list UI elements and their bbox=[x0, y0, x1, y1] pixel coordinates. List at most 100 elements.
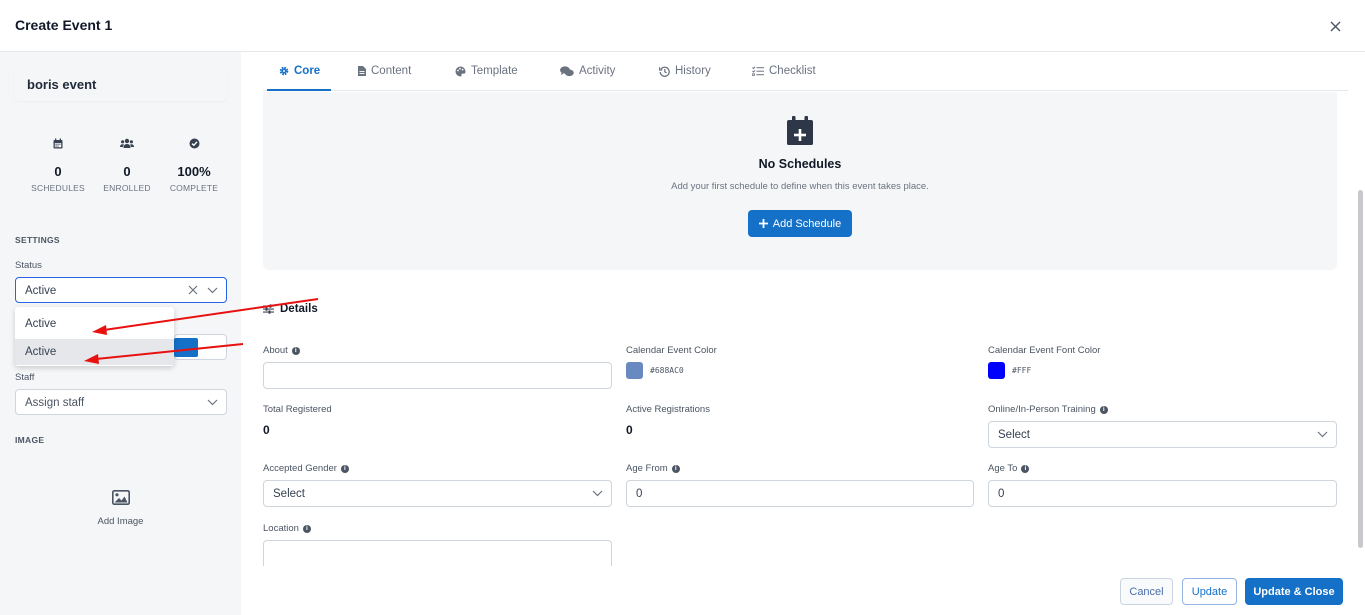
calendar-color-label-text: Calendar Event Color bbox=[626, 345, 717, 356]
training-select[interactable]: Select bbox=[988, 421, 1337, 448]
palette-icon bbox=[455, 66, 466, 76]
tab-template[interactable]: Template bbox=[455, 65, 518, 77]
total-registered-value: 0 bbox=[263, 423, 270, 437]
status-value: Active bbox=[25, 285, 57, 297]
users-icon bbox=[120, 138, 134, 148]
tab-history-label: History bbox=[675, 65, 711, 77]
status-label: Status bbox=[15, 260, 42, 271]
sliders-icon bbox=[263, 304, 274, 314]
gender-placeholder: Select bbox=[273, 488, 305, 500]
total-registered-label: Total Registered bbox=[263, 404, 332, 415]
tab-content[interactable]: Content bbox=[358, 65, 411, 77]
calendar-color-hex: #688AC0 bbox=[650, 366, 684, 375]
chevron-down-icon bbox=[207, 287, 218, 294]
training-placeholder: Select bbox=[998, 429, 1030, 441]
about-label-text: About bbox=[263, 345, 288, 356]
about-label: About i bbox=[263, 345, 300, 356]
location-input[interactable] bbox=[263, 540, 612, 566]
tab-activity[interactable]: Activity bbox=[560, 65, 615, 77]
active-registrations-value: 0 bbox=[626, 423, 633, 437]
info-icon: i bbox=[291, 346, 300, 355]
add-image-label: Add Image bbox=[97, 516, 144, 527]
no-schedules-description: Add your first schedule to define when t… bbox=[671, 181, 929, 192]
info-icon: i bbox=[302, 524, 311, 533]
gender-label: Accepted Gender i bbox=[263, 463, 349, 474]
gender-label-text: Accepted Gender bbox=[263, 463, 337, 474]
event-stats: 0 SCHEDULES 0 ENROLLED 100% COMPLETE bbox=[0, 138, 241, 198]
add-image-button[interactable]: Add Image bbox=[0, 490, 241, 527]
stat-schedules: 0 SCHEDULES bbox=[23, 138, 93, 193]
stat-schedules-label: SCHEDULES bbox=[31, 183, 85, 193]
modal-title: Create Event 1 bbox=[15, 17, 113, 33]
tab-core[interactable]: Core bbox=[279, 65, 320, 77]
status-option[interactable]: Active bbox=[15, 311, 174, 337]
add-schedule-label: Add Schedule bbox=[772, 217, 842, 230]
tab-checklist[interactable]: Checklist bbox=[752, 65, 816, 77]
cancel-button[interactable]: Cancel bbox=[1120, 578, 1173, 605]
sidebar-partial-button[interactable] bbox=[174, 338, 198, 357]
training-label: Online/In-Person Training i bbox=[988, 404, 1108, 415]
schedules-panel: No Schedules Add your first schedule to … bbox=[263, 92, 1337, 270]
about-input[interactable] bbox=[263, 362, 612, 389]
no-schedules-title: No Schedules bbox=[758, 157, 842, 171]
info-icon: i bbox=[671, 464, 680, 473]
stat-enrolled-value: 0 bbox=[123, 164, 131, 179]
staff-select[interactable]: Assign staff bbox=[15, 389, 227, 415]
age-to-label-text: Age To bbox=[988, 463, 1018, 474]
image-title: IMAGE bbox=[15, 435, 45, 445]
font-color-hex: #FFF bbox=[1012, 366, 1032, 375]
tab-history[interactable]: History bbox=[659, 65, 711, 77]
update-button[interactable]: Update bbox=[1182, 578, 1237, 605]
comments-icon bbox=[560, 65, 574, 76]
checklist-icon bbox=[752, 66, 764, 76]
modal-header: Create Event 1 bbox=[0, 0, 1365, 52]
gender-select[interactable]: Select bbox=[263, 480, 612, 507]
active-tab-indicator bbox=[267, 89, 331, 91]
stat-complete-label: COMPLETE bbox=[169, 183, 219, 193]
stat-complete: 100% COMPLETE bbox=[159, 138, 229, 193]
event-name: boris event bbox=[27, 77, 97, 92]
stat-enrolled: 0 ENROLLED bbox=[92, 138, 162, 193]
status-option-label: Active bbox=[25, 346, 57, 358]
image-icon bbox=[111, 490, 130, 505]
add-schedule-button[interactable]: Add Schedule bbox=[748, 210, 852, 237]
tab-template-label: Template bbox=[471, 65, 518, 77]
status-option-label: Active bbox=[25, 318, 57, 330]
age-from-input[interactable]: 0 bbox=[626, 480, 974, 507]
update-close-button[interactable]: Update & Close bbox=[1245, 578, 1343, 605]
age-to-label: Age To i bbox=[988, 463, 1030, 474]
info-icon: i bbox=[340, 464, 349, 473]
age-from-value: 0 bbox=[636, 488, 643, 500]
age-to-input[interactable]: 0 bbox=[988, 480, 1337, 507]
status-chevron bbox=[207, 285, 218, 298]
clear-status-button[interactable] bbox=[188, 285, 198, 298]
history-icon bbox=[659, 66, 670, 77]
active-registrations-label-text: Active Registrations bbox=[626, 404, 710, 415]
chevron-down-icon bbox=[592, 490, 603, 497]
total-registered-label-text: Total Registered bbox=[263, 404, 332, 415]
staff-chevron bbox=[207, 397, 218, 410]
stat-enrolled-label: ENROLLED bbox=[103, 183, 151, 193]
training-label-text: Online/In-Person Training bbox=[988, 404, 1096, 415]
tab-checklist-label: Checklist bbox=[769, 65, 816, 77]
tab-content-label: Content bbox=[371, 65, 412, 77]
close-icon bbox=[1330, 21, 1340, 31]
status-select[interactable]: Active bbox=[15, 277, 227, 303]
info-icon: i bbox=[1021, 464, 1030, 473]
status-option-highlighted[interactable]: Active bbox=[15, 339, 174, 365]
settings-title: SETTINGS bbox=[15, 235, 60, 245]
calendar-color-label: Calendar Event Color bbox=[626, 345, 717, 356]
info-icon: i bbox=[1099, 405, 1108, 414]
calendar-plus-icon bbox=[787, 116, 813, 145]
tab-core-label: Core bbox=[294, 65, 321, 77]
font-color-swatch[interactable] bbox=[988, 362, 1005, 379]
close-button[interactable] bbox=[1323, 14, 1347, 38]
scrollbar[interactable] bbox=[1358, 190, 1363, 548]
stat-complete-value: 100% bbox=[177, 164, 211, 179]
staff-label: Staff bbox=[15, 372, 35, 383]
clear-icon bbox=[188, 285, 198, 295]
stat-schedules-value: 0 bbox=[54, 164, 62, 179]
font-color-label: Calendar Event Font Color bbox=[988, 345, 1100, 356]
active-registrations-label: Active Registrations bbox=[626, 404, 710, 415]
calendar-color-swatch[interactable] bbox=[626, 362, 643, 379]
